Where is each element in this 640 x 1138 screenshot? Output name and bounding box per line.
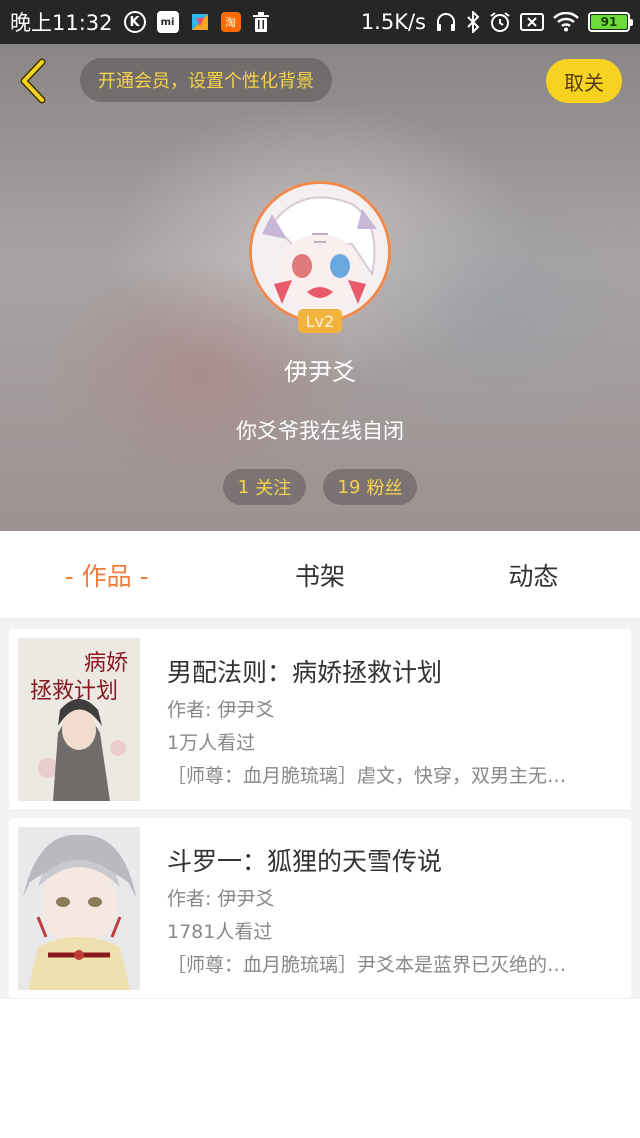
tab-activity[interactable]: 动态 — [427, 557, 640, 593]
following-count: 1 — [237, 476, 250, 498]
mi-store-icon: mi — [156, 11, 179, 33]
fans-count-button[interactable]: 19 粉丝 — [323, 469, 417, 505]
taobao-icon: 淘 — [220, 12, 241, 32]
username: 伊尹爻 — [284, 358, 356, 386]
k-app-icon: K — [123, 11, 146, 33]
level-badge: Lv2 — [298, 309, 342, 333]
back-button[interactable] — [14, 58, 54, 104]
kite-app-icon — [190, 12, 210, 32]
book-cover — [18, 827, 140, 990]
status-bar: 晚上11:32 K mi 淘 1.5K/s 91 — [0, 0, 640, 44]
profile-header: 开通会员，设置个性化背景 取关 Lv2 伊尹爻 你爻爷我在线自闭 1 关注 19 — [0, 44, 640, 531]
book-author: 作者: 伊尹爻 — [167, 888, 275, 910]
book-views: 1781人看过 — [167, 921, 273, 943]
net-speed: 1.5K/s — [360, 10, 426, 34]
list-item[interactable]: 斗罗一：狐狸的天雪传说 作者: 伊尹爻 1781人看过 ［师尊：血月脆琉璃］尹爻… — [9, 818, 631, 998]
battery-level: 91 — [591, 15, 627, 29]
vip-background-banner[interactable]: 开通会员，设置个性化背景 — [80, 58, 332, 102]
cover-title-art: 拯救计划 — [30, 679, 118, 704]
chevron-left-icon — [20, 58, 46, 104]
bluetooth-icon — [466, 11, 480, 33]
list-item[interactable]: 拯救计划 病娇 男配法则：病娇拯救计划 作者: 伊尹爻 1万人看过 ［师尊：血月… — [9, 629, 631, 809]
user-signature: 你爻爷我在线自闭 — [236, 419, 404, 443]
alarm-icon — [489, 11, 511, 33]
fans-count: 19 — [337, 476, 361, 498]
headphones-icon — [435, 12, 457, 32]
status-time: 晚上11:32 — [10, 11, 113, 35]
tab-bookshelf[interactable]: 书架 — [213, 557, 426, 593]
following-label: 关注 — [255, 478, 292, 499]
battery-icon: 91 — [588, 12, 633, 32]
wifi-icon — [553, 12, 579, 32]
following-count-button[interactable]: 1 关注 — [223, 469, 306, 505]
profile-tabs: - 作品 - 书架 动态 — [0, 531, 640, 619]
sim-off-icon — [520, 12, 544, 32]
avatar[interactable] — [249, 181, 391, 323]
avatar-illustration — [252, 184, 388, 320]
book-description: ［师尊：血月脆琉璃］虐文，快穿，双男主无… — [167, 765, 567, 787]
tab-works[interactable]: - 作品 - — [0, 557, 213, 593]
trash-icon — [252, 12, 270, 32]
book-author: 作者: 伊尹爻 — [167, 699, 275, 721]
fans-label: 粉丝 — [366, 478, 403, 499]
book-title: 斗罗一：狐狸的天雪传说 — [167, 847, 443, 876]
book-cover: 拯救计划 病娇 — [18, 638, 140, 801]
book-title: 男配法则：病娇拯救计划 — [167, 658, 443, 687]
book-description: ［师尊：血月脆琉璃］尹爻本是蓝界已灭绝的… — [167, 954, 567, 976]
book-views: 1万人看过 — [167, 732, 256, 754]
svg-text:病娇: 病娇 — [84, 651, 128, 676]
unfollow-button[interactable]: 取关 — [546, 59, 622, 103]
